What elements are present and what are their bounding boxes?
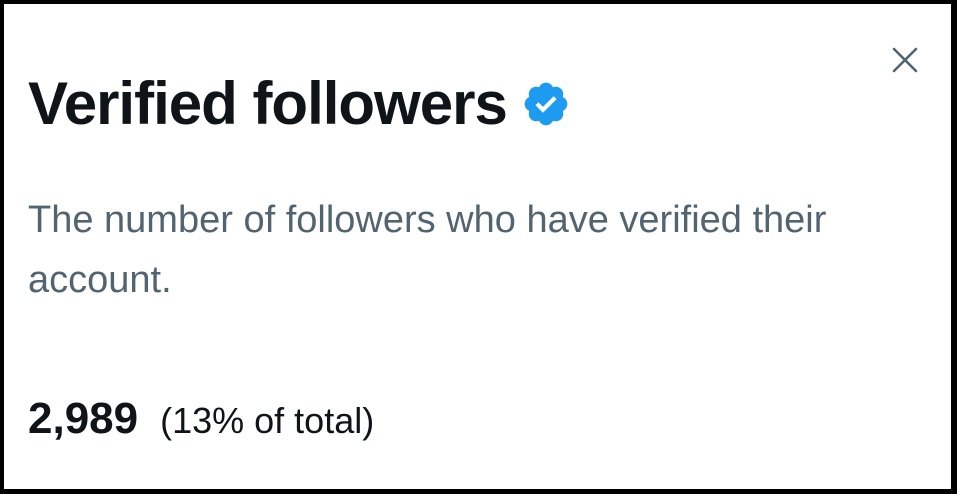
dialog-description: The number of followers who have verifie… xyxy=(28,199,827,301)
verified-followers-count: 2,989 xyxy=(28,394,139,443)
title-row: Verified followers xyxy=(28,66,571,142)
close-icon xyxy=(892,47,918,73)
verified-followers-dialog: Verified followers The number of followe… xyxy=(4,4,951,489)
close-button[interactable] xyxy=(887,42,923,78)
dialog-title: Verified followers xyxy=(28,70,508,137)
verified-followers-share: (13% of total) xyxy=(160,400,375,441)
verified-badge-icon xyxy=(521,79,571,129)
stat-row: 2,989 (13% of total) xyxy=(28,394,374,444)
